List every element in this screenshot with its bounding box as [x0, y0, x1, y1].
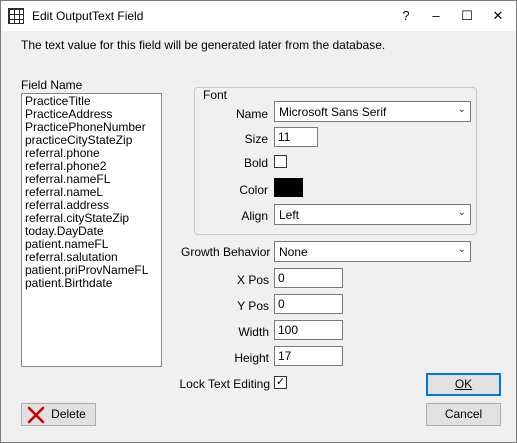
app-grid-icon	[8, 8, 24, 24]
cancel-button[interactable]: Cancel	[426, 403, 501, 426]
color-swatch[interactable]	[274, 178, 303, 197]
growth-behavior-dropdown[interactable]: None ⌄	[274, 241, 471, 262]
ypos-input[interactable]: 0	[274, 294, 343, 314]
width-label: Width	[238, 325, 269, 339]
help-button[interactable]: ?	[391, 1, 421, 31]
font-name-value: Microsoft Sans Serif	[279, 105, 387, 119]
bold-label: Bold	[243, 156, 268, 170]
font-name-label: Name	[235, 107, 268, 121]
maximize-button[interactable]: ☐	[452, 1, 482, 31]
chevron-down-icon: ⌄	[457, 104, 466, 115]
title-bar[interactable]: Edit OutputText Field ? – ☐ ✕	[1, 1, 516, 31]
xpos-input[interactable]: 0	[274, 268, 343, 288]
ypos-label: Y Pos	[237, 299, 269, 313]
xpos-label: X Pos	[236, 273, 269, 287]
growth-behavior-value: None	[279, 245, 308, 259]
dialog-window: Edit OutputText Field ? – ☐ ✕ The text v…	[0, 0, 517, 443]
bold-checkbox[interactable]	[274, 155, 287, 168]
color-label: Color	[239, 183, 268, 197]
dialog-body: The text value for this field will be ge…	[1, 31, 516, 442]
font-size-label: Size	[244, 132, 268, 146]
lock-text-editing-label: Lock Text Editing	[179, 377, 271, 391]
list-item[interactable]: patient.Birthdate	[25, 277, 158, 290]
align-label: Align	[241, 209, 268, 223]
font-name-dropdown[interactable]: Microsoft Sans Serif ⌄	[274, 101, 471, 122]
ok-button[interactable]: OK	[426, 373, 501, 396]
delete-x-icon	[27, 406, 45, 424]
font-size-input[interactable]: 11	[274, 127, 318, 147]
height-input[interactable]: 17	[274, 346, 343, 366]
lock-text-editing-checkbox[interactable]: ✓	[274, 376, 287, 389]
font-group-caption: Font	[201, 88, 230, 102]
growth-behavior-label: Growth Behavior	[181, 245, 271, 259]
cancel-button-label: Cancel	[444, 407, 483, 421]
delete-button-label: Delete	[51, 407, 86, 421]
align-dropdown[interactable]: Left ⌄	[274, 204, 471, 225]
field-name-list[interactable]: PracticeTitle PracticeAddress PracticePhon…	[21, 93, 162, 367]
info-text: The text value for this field will be ge…	[21, 38, 386, 52]
delete-button[interactable]: Delete	[21, 403, 96, 426]
width-input[interactable]: 100	[274, 320, 343, 340]
height-label: Height	[234, 351, 269, 365]
ok-button-label: OK	[454, 377, 473, 391]
chevron-down-icon: ⌄	[457, 244, 466, 255]
chevron-down-icon: ⌄	[457, 207, 466, 218]
close-button[interactable]: ✕	[483, 1, 513, 31]
window-title: Edit OutputText Field	[32, 9, 144, 23]
minimize-button[interactable]: –	[421, 1, 451, 31]
align-value: Left	[279, 208, 300, 222]
field-name-label: Field Name	[21, 78, 83, 92]
